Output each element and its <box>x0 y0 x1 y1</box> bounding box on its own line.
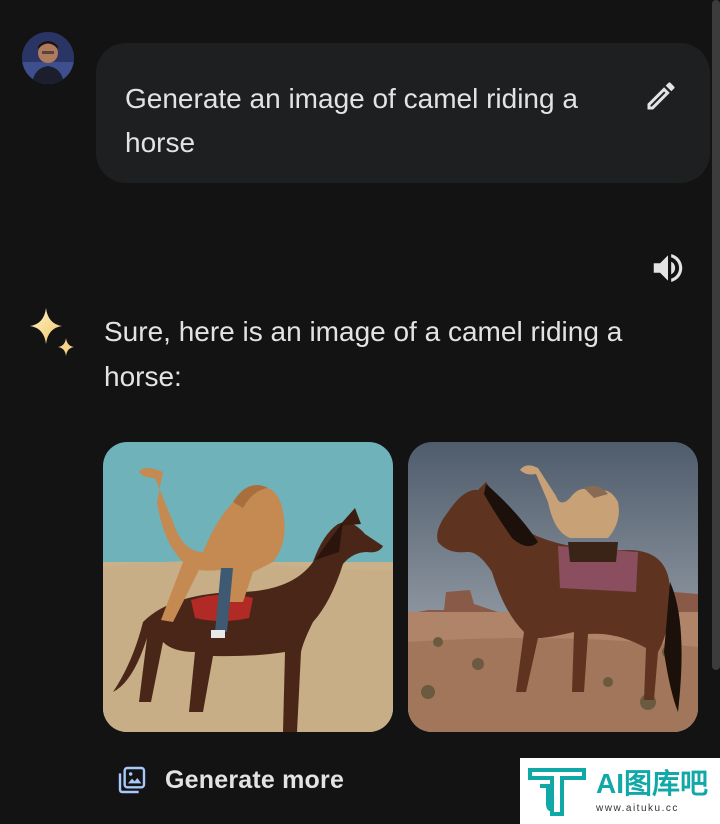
avatar-photo <box>22 32 74 84</box>
watermark-logo: AI图库吧 www.aituku.cc <box>520 758 720 824</box>
generated-image-2[interactable] <box>408 442 698 732</box>
user-avatar[interactable] <box>22 32 74 84</box>
chat-page: Generate an image of camel riding a hors… <box>0 0 720 824</box>
generate-more-button[interactable]: Generate more <box>116 756 344 804</box>
watermark-title: AI图库吧 <box>596 767 709 799</box>
camel-horse-image-1 <box>103 442 393 732</box>
scrollbar[interactable] <box>712 0 720 670</box>
pencil-icon <box>647 82 675 110</box>
response-text: Sure, here is an image of a camel riding… <box>104 316 623 392</box>
volume-icon <box>653 254 683 282</box>
camel-horse-image-2 <box>408 442 698 732</box>
generate-more-label: Generate more <box>165 765 345 794</box>
user-prompt-text: Generate an image of camel riding a hors… <box>125 83 578 158</box>
listen-button[interactable] <box>644 244 692 292</box>
generated-image-1[interactable] <box>103 442 393 732</box>
watermark-emblem <box>528 768 586 816</box>
sparkle-icon <box>30 308 74 356</box>
image-stack-icon <box>118 766 146 794</box>
watermark-url: www.aituku.cc <box>596 802 679 814</box>
edit-prompt-button[interactable] <box>637 72 685 120</box>
user-prompt-bubble: Generate an image of camel riding a hors… <box>96 43 710 183</box>
